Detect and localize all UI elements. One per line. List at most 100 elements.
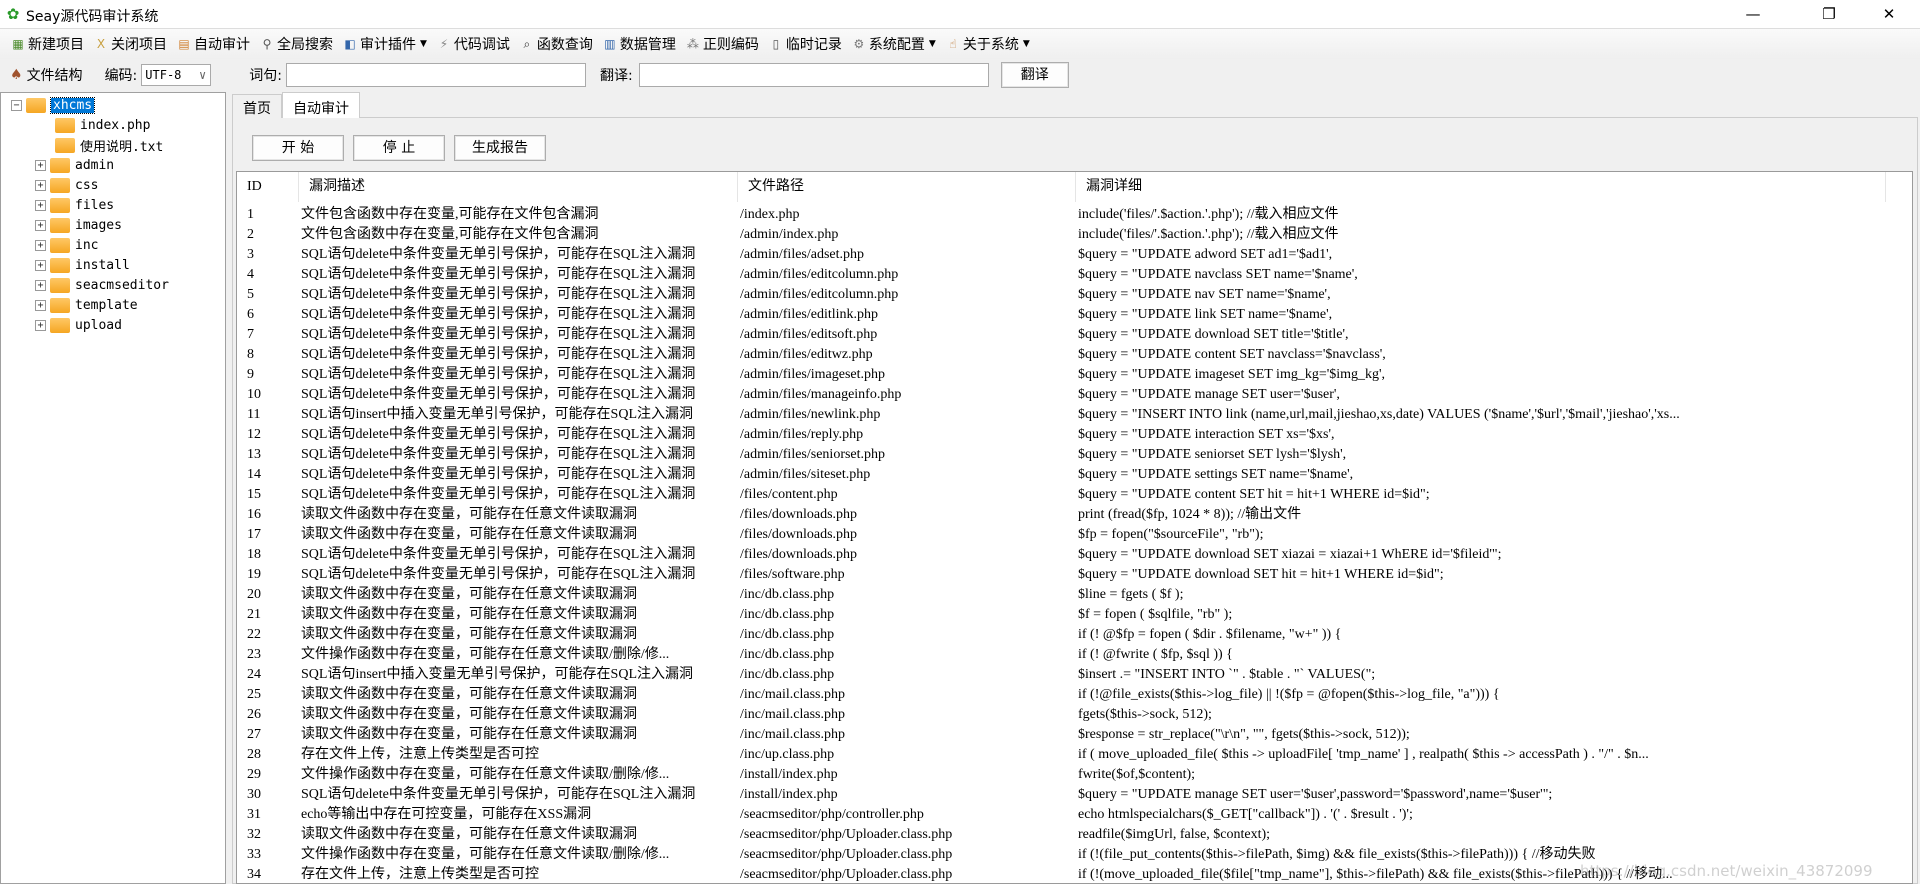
row-description[interactable]: 文件包含函数中存在变量,可能存在文件包含漏洞 bbox=[301, 225, 737, 245]
row-path[interactable]: /admin/files/editsoft.php bbox=[740, 325, 1074, 345]
row-id[interactable]: 32 bbox=[247, 825, 297, 845]
toolbar-button-search[interactable]: ⚲ 全局搜索 bbox=[259, 34, 333, 54]
row-id[interactable]: 13 bbox=[247, 445, 297, 465]
row-id[interactable]: 6 bbox=[247, 305, 297, 325]
toolbar-button-function-search[interactable]: ⌕ 函数查询 bbox=[519, 34, 593, 54]
row-detail[interactable]: $query = "UPDATE content SET hit = hit+1… bbox=[1078, 485, 1878, 505]
toolbar-button-auto-audit[interactable]: ▤ 自动审计 bbox=[176, 34, 250, 54]
row-id[interactable]: 29 bbox=[247, 765, 297, 785]
expand-icon[interactable]: + bbox=[35, 259, 46, 271]
row-detail[interactable]: echo htmlspecialchars($_GET["callback"])… bbox=[1078, 805, 1878, 825]
row-description[interactable]: 文件包含函数中存在变量,可能存在文件包含漏洞 bbox=[301, 205, 737, 225]
tree-node-file[interactable]: 使用说明.txt bbox=[55, 135, 163, 155]
row-path[interactable]: /admin/files/imageset.php bbox=[740, 365, 1074, 385]
row-path[interactable]: /seacmseditor/php/Uploader.class.php bbox=[740, 845, 1074, 865]
row-detail[interactable]: if ( move_uploaded_file( $this -> upload… bbox=[1078, 745, 1878, 765]
row-detail[interactable]: if (!@file_exists($this->log_file) || !(… bbox=[1078, 685, 1878, 705]
row-path[interactable]: /admin/files/editlink.php bbox=[740, 305, 1074, 325]
row-description[interactable]: 读取文件函数中存在变量，可能存在任意文件读取漏洞 bbox=[301, 625, 737, 645]
row-detail[interactable]: $query = "UPDATE nav SET name='$name', bbox=[1078, 285, 1878, 305]
column-header-path[interactable]: 文件路径 bbox=[738, 172, 1076, 202]
row-path[interactable]: /inc/db.class.php bbox=[740, 665, 1074, 685]
toolbar-button-debug[interactable]: ⚡ 代码调试 bbox=[436, 34, 510, 54]
row-description[interactable]: 存在文件上传，注意上传类型是否可控 bbox=[301, 745, 737, 765]
row-id[interactable]: 26 bbox=[247, 705, 297, 725]
row-path[interactable]: /inc/mail.class.php bbox=[740, 705, 1074, 725]
row-path[interactable]: /admin/files/newlink.php bbox=[740, 405, 1074, 425]
row-description[interactable]: 文件操作函数中存在变量，可能存在任意文件读取/删除/修... bbox=[301, 845, 737, 865]
row-id[interactable]: 31 bbox=[247, 805, 297, 825]
row-path[interactable]: /files/content.php bbox=[740, 485, 1074, 505]
row-detail[interactable]: $query = "UPDATE download SET title='$ti… bbox=[1078, 325, 1878, 345]
dropdown-caret-icon[interactable]: ▼ bbox=[420, 39, 427, 49]
row-id[interactable]: 11 bbox=[247, 405, 297, 425]
collapse-icon[interactable]: − bbox=[11, 99, 22, 111]
expand-icon[interactable]: + bbox=[35, 319, 46, 331]
row-id[interactable]: 18 bbox=[247, 545, 297, 565]
row-description[interactable]: SQL语句delete中条件变量无单引号保护，可能存在SQL注入漏洞 bbox=[301, 325, 737, 345]
expand-icon[interactable]: + bbox=[35, 279, 46, 291]
row-path[interactable]: /admin/index.php bbox=[740, 225, 1074, 245]
row-id[interactable]: 12 bbox=[247, 425, 297, 445]
row-id[interactable]: 23 bbox=[247, 645, 297, 665]
row-description[interactable]: SQL语句delete中条件变量无单引号保护，可能存在SQL注入漏洞 bbox=[301, 385, 737, 405]
encoding-select[interactable]: UTF-8 ∨ bbox=[141, 63, 212, 86]
row-id[interactable]: 19 bbox=[247, 565, 297, 585]
dropdown-caret-icon[interactable]: ▼ bbox=[929, 39, 936, 49]
row-detail[interactable]: readfile($imgUrl, false, $context); bbox=[1078, 825, 1878, 845]
expand-icon[interactable]: + bbox=[35, 199, 46, 211]
row-detail[interactable]: fgets($this->sock, 512); bbox=[1078, 705, 1878, 725]
row-path[interactable]: /files/software.php bbox=[740, 565, 1074, 585]
row-detail[interactable]: $query = "UPDATE adword SET ad1='$ad1', bbox=[1078, 245, 1878, 265]
row-id[interactable]: 30 bbox=[247, 785, 297, 805]
row-description[interactable]: SQL语句delete中条件变量无单引号保护，可能存在SQL注入漏洞 bbox=[301, 265, 737, 285]
start-button[interactable]: 开 始 bbox=[252, 135, 344, 161]
row-id[interactable]: 27 bbox=[247, 725, 297, 745]
file-structure-button[interactable]: ♠ 文件结构 bbox=[10, 65, 83, 85]
row-id[interactable]: 3 bbox=[247, 245, 297, 265]
row-description[interactable]: SQL语句delete中条件变量无单引号保护，可能存在SQL注入漏洞 bbox=[301, 465, 737, 485]
restore-button[interactable]: ❐ bbox=[1806, 0, 1852, 29]
row-description[interactable]: SQL语句delete中条件变量无单引号保护，可能存在SQL注入漏洞 bbox=[301, 425, 737, 445]
row-id[interactable]: 14 bbox=[247, 465, 297, 485]
row-path[interactable]: /inc/mail.class.php bbox=[740, 685, 1074, 705]
tree-node-folder[interactable]: + css bbox=[35, 175, 98, 195]
tree-node-folder[interactable]: + inc bbox=[35, 235, 98, 255]
expand-icon[interactable]: + bbox=[35, 239, 46, 251]
row-description[interactable]: SQL语句insert中插入变量无单引号保护，可能存在SQL注入漏洞 bbox=[301, 405, 737, 425]
row-id[interactable]: 5 bbox=[247, 285, 297, 305]
row-id[interactable]: 25 bbox=[247, 685, 297, 705]
row-description[interactable]: SQL语句delete中条件变量无单引号保护，可能存在SQL注入漏洞 bbox=[301, 245, 737, 265]
expand-icon[interactable]: + bbox=[35, 219, 46, 231]
row-path[interactable]: /seacmseditor/php/controller.php bbox=[740, 805, 1074, 825]
dropdown-caret-icon[interactable]: ▼ bbox=[1023, 39, 1030, 49]
row-path[interactable]: /admin/files/editwz.php bbox=[740, 345, 1074, 365]
row-path[interactable]: /files/downloads.php bbox=[740, 545, 1074, 565]
translate-input[interactable] bbox=[638, 62, 989, 87]
tree-node-file[interactable]: index.php bbox=[55, 115, 150, 135]
row-path[interactable]: /inc/db.class.php bbox=[740, 605, 1074, 625]
row-description[interactable]: echo等输出中存在可控变量，可能存在XSS漏洞 bbox=[301, 805, 737, 825]
row-detail[interactable]: $query = "UPDATE link SET name='$name', bbox=[1078, 305, 1878, 325]
word-input[interactable] bbox=[286, 62, 586, 87]
tree-node-folder[interactable]: + seacmseditor bbox=[35, 275, 169, 295]
row-id[interactable]: 24 bbox=[247, 665, 297, 685]
row-id[interactable]: 34 bbox=[247, 865, 297, 883]
toolbar-button-regex[interactable]: ⁂ 正则编码 bbox=[685, 34, 759, 54]
row-detail[interactable]: if (! @fwrite ( $fp, $sql )) { bbox=[1078, 645, 1878, 665]
row-path[interactable]: /admin/files/editcolumn.php bbox=[740, 285, 1074, 305]
row-description[interactable]: 读取文件函数中存在变量，可能存在任意文件读取漏洞 bbox=[301, 825, 737, 845]
row-id[interactable]: 21 bbox=[247, 605, 297, 625]
row-description[interactable]: 读取文件函数中存在变量，可能存在任意文件读取漏洞 bbox=[301, 725, 737, 745]
expand-icon[interactable]: + bbox=[35, 159, 46, 171]
row-path[interactable]: /inc/mail.class.php bbox=[740, 725, 1074, 745]
row-description[interactable]: SQL语句delete中条件变量无单引号保护，可能存在SQL注入漏洞 bbox=[301, 365, 737, 385]
row-description[interactable]: SQL语句delete中条件变量无单引号保护，可能存在SQL注入漏洞 bbox=[301, 285, 737, 305]
row-detail[interactable]: $query = "INSERT INTO link (name,url,mai… bbox=[1078, 405, 1878, 425]
row-detail[interactable]: if (! @$fp = fopen ( $dir . $filename, "… bbox=[1078, 625, 1878, 645]
generate-report-button[interactable]: 生成报告 bbox=[454, 135, 546, 161]
tab-auto-audit[interactable]: 自动审计 bbox=[282, 92, 360, 118]
minimize-button[interactable]: — bbox=[1730, 0, 1776, 29]
tree-node-folder[interactable]: + install bbox=[35, 255, 130, 275]
toolbar-button-gear[interactable]: ⚙ 系统配置 ▼ bbox=[851, 34, 936, 54]
